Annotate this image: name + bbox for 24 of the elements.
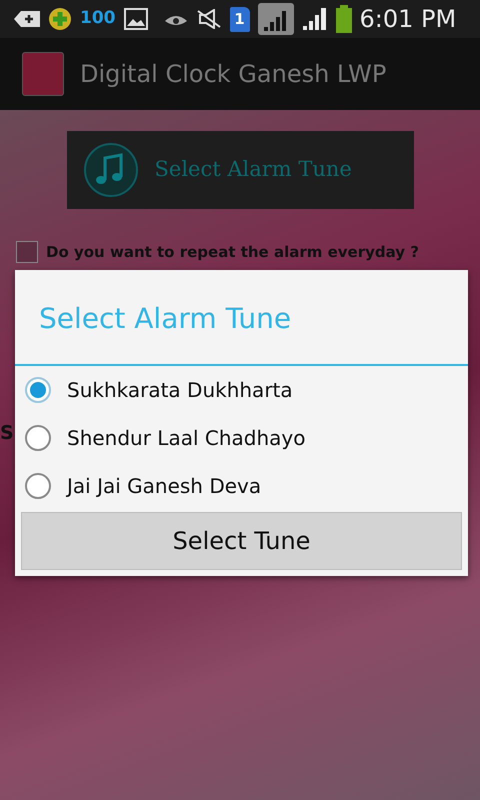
- battery-icon: [336, 5, 352, 33]
- select-tune-button[interactable]: Select Tune: [21, 512, 462, 570]
- battery-percent: 100: [80, 7, 116, 30]
- tune-option[interactable]: Jai Jai Ganesh Deva: [15, 462, 468, 510]
- image-icon: [124, 8, 148, 30]
- plus-circle-icon: [48, 7, 72, 31]
- clock-time: 6:01 PM: [360, 4, 456, 35]
- music-note-icon: [82, 142, 138, 198]
- sim-indicator: 1: [230, 6, 250, 32]
- add-tag-icon: [14, 10, 40, 28]
- app-icon: [22, 52, 64, 96]
- partial-text: S: [0, 421, 14, 446]
- repeat-checkbox[interactable]: [16, 241, 38, 264]
- signal-icon: [258, 3, 294, 35]
- signal-icon: [302, 7, 328, 31]
- radio-button[interactable]: [25, 425, 51, 451]
- app-title: Digital Clock Ganesh LWP: [80, 59, 386, 90]
- tune-option[interactable]: Sukhkarata Dukhharta: [15, 366, 468, 414]
- repeat-label: Do you want to repeat the alarm everyday ?: [46, 242, 419, 263]
- radio-button[interactable]: [25, 377, 51, 403]
- tune-option[interactable]: Shendur Laal Chadhayo: [15, 414, 468, 462]
- radio-button[interactable]: [25, 473, 51, 499]
- mute-icon: [196, 9, 222, 29]
- dialog-title: Select Alarm Tune: [15, 270, 468, 366]
